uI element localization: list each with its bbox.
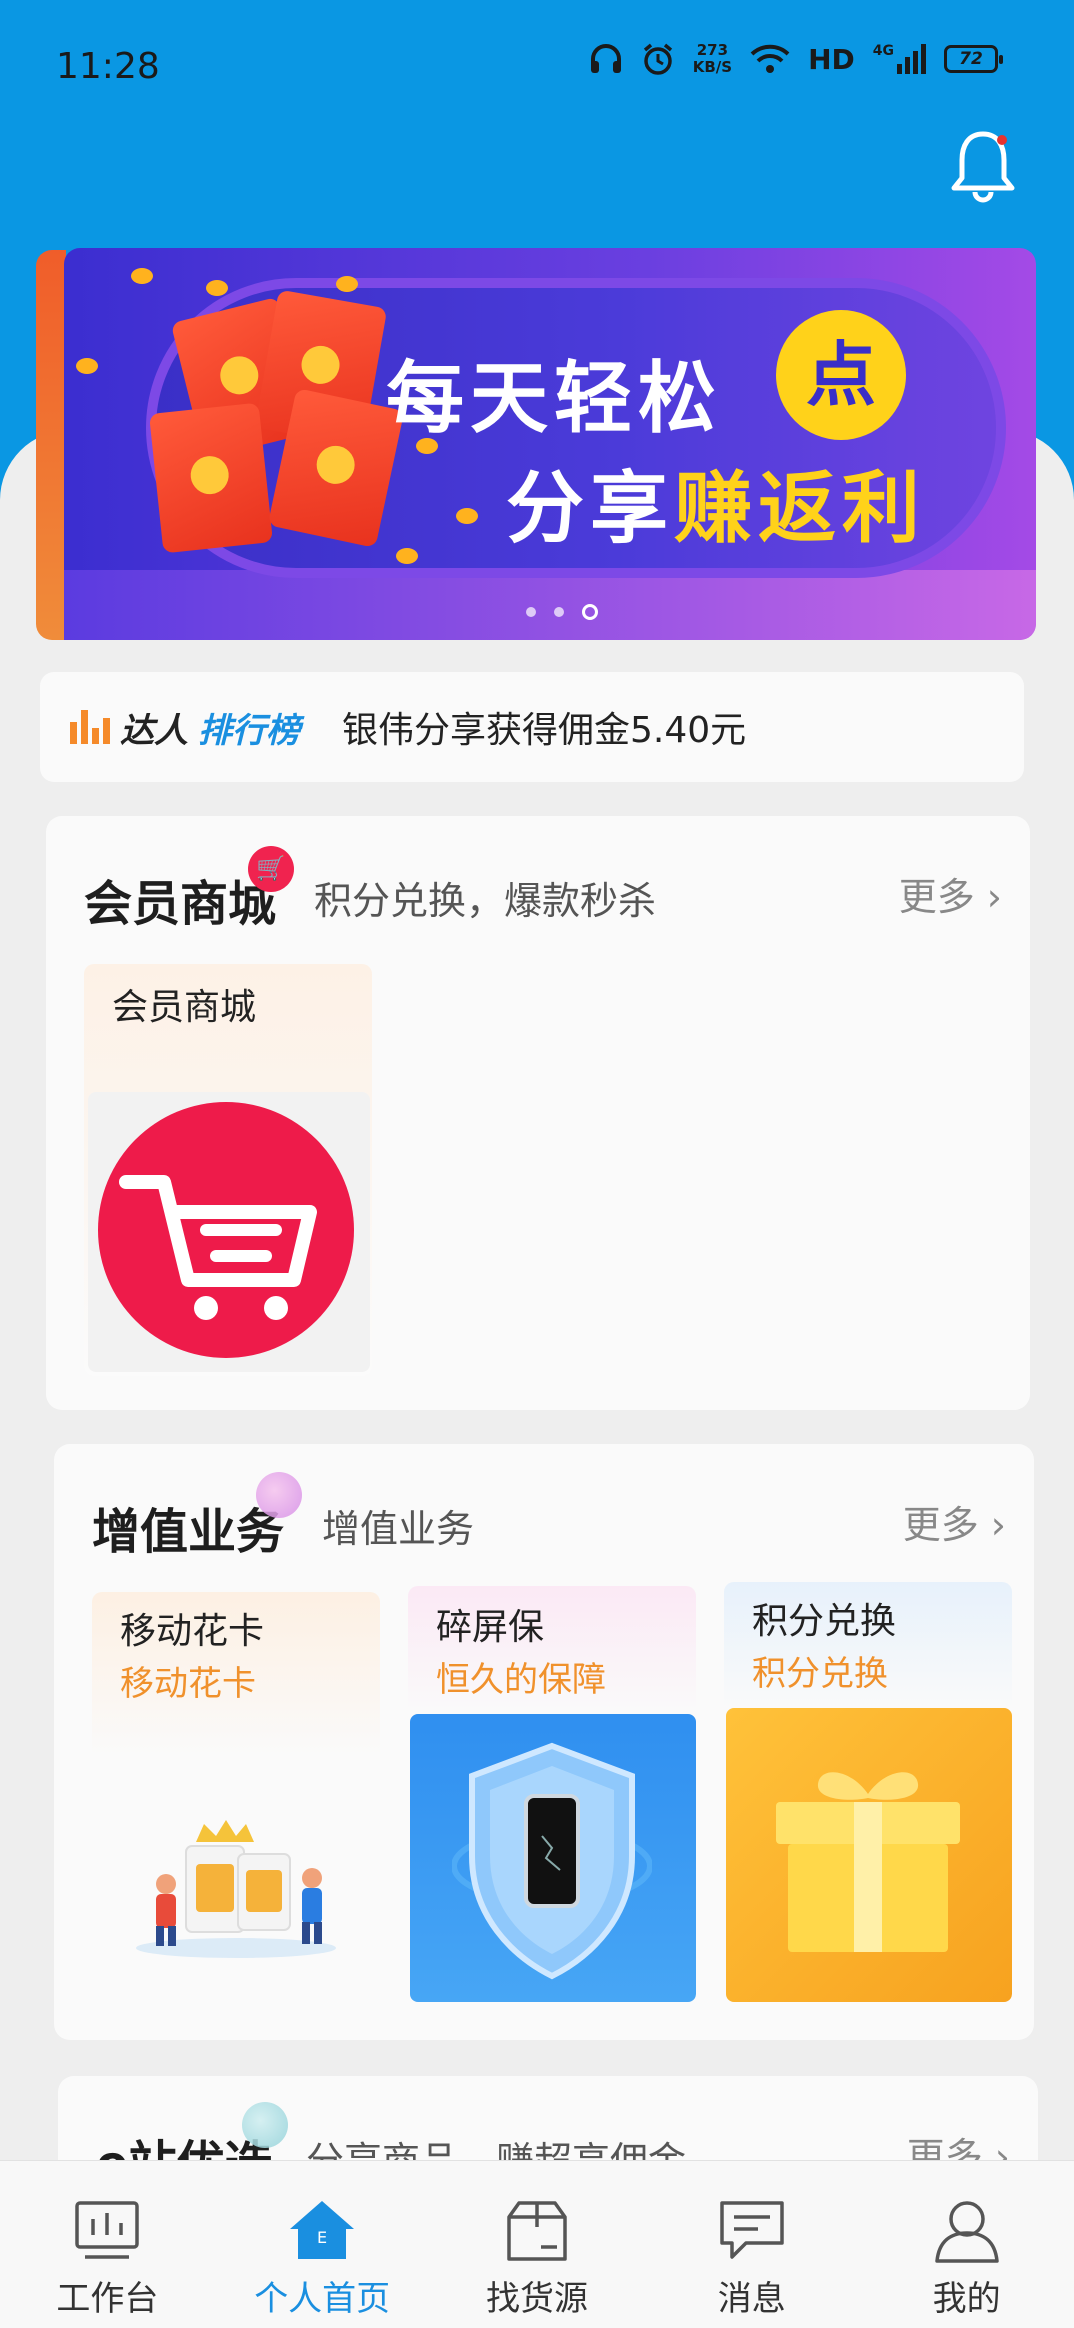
- coin-icon: [456, 508, 478, 524]
- nav-label: 消息: [717, 2279, 786, 2319]
- banner-line2-plain: 分享: [506, 464, 675, 554]
- bell-icon[interactable]: [948, 126, 1018, 206]
- banner-headline: 每天轻松: [386, 354, 723, 444]
- coin-icon: [131, 268, 153, 284]
- tile-subtitle: 移动花卡: [120, 1664, 256, 1704]
- member-mall-tile[interactable]: 会员商城: [84, 964, 372, 1376]
- value-added-subtitle: 增值业务: [322, 1507, 475, 1551]
- nav-label: 找货源: [485, 2279, 588, 2319]
- nav-item-messages[interactable]: 消息: [652, 2161, 852, 2328]
- signal-indicator: 4G: [873, 44, 926, 74]
- value-added-title: 增值业务: [92, 1504, 285, 1560]
- message-icon: [720, 2201, 784, 2259]
- ranking-message: 银伟分享获得佣金5.40元: [342, 710, 747, 751]
- banner-line2-highlight: 赚返利: [674, 464, 927, 554]
- box-icon: [507, 2201, 567, 2261]
- network-type: HD: [808, 42, 855, 76]
- tile-title: 碎屏保: [436, 1607, 545, 1648]
- profile-icon: [934, 2201, 999, 2263]
- bottom-navigation: 工作台 E 个人首页 找货源 消息 我的: [0, 2160, 1074, 2328]
- cart-badge-icon: 🛒: [248, 846, 294, 892]
- ranking-logo-part2: 排行榜: [198, 710, 300, 751]
- member-mall-subtitle: 积分兑换，爆款秒杀: [314, 879, 657, 923]
- status-bar: 11:28 273 KB/S HD 4G 72: [0, 0, 1074, 130]
- bubble-badge-icon: [242, 2102, 288, 2148]
- nav-item-find-supply[interactable]: 找货源: [437, 2161, 637, 2328]
- screen-protection-tile[interactable]: 碎屏保 恒久的保障: [408, 1586, 696, 2004]
- tile-title: 会员商城: [112, 987, 257, 1028]
- nav-label: 个人首页: [254, 2279, 391, 2319]
- nav-item-workbench[interactable]: 工作台: [7, 2161, 207, 2328]
- points-exchange-tile[interactable]: 积分兑换 积分兑换: [724, 1582, 1012, 2004]
- shield-phone-icon: [452, 1742, 652, 1980]
- ranking-logo: 达人 排行榜: [70, 703, 300, 752]
- net-speed-value: 273: [696, 41, 729, 59]
- coin-icon: [76, 358, 98, 374]
- banner-badge: 点: [776, 310, 906, 440]
- bubble-badge-icon: [256, 1472, 302, 1518]
- promo-banner[interactable]: 每天轻松 点 分享赚返利: [36, 248, 1036, 640]
- carousel-indicator: [526, 604, 598, 620]
- signal-label: 4G: [872, 43, 894, 59]
- net-speed-unit: KB/S: [692, 58, 733, 76]
- value-added-more-link[interactable]: 更多 ›: [903, 1494, 1006, 1549]
- headphone-icon: [590, 44, 621, 73]
- nav-label: 工作台: [56, 2279, 159, 2319]
- tile-title: 移动花卡: [120, 1611, 265, 1652]
- app-screen: 11:28 273 KB/S HD 4G 72 每天轻松 点 分享赚返利 达人 …: [0, 0, 1074, 2328]
- coin-icon: [336, 276, 358, 292]
- nav-item-home[interactable]: E 个人首页: [222, 2161, 422, 2328]
- coin-icon: [206, 280, 228, 296]
- tile-subtitle: 积分兑换: [752, 1654, 888, 1694]
- nav-label: 我的: [932, 2279, 1001, 2319]
- shopping-cart-icon: [98, 1102, 354, 1358]
- more-label: 更多: [902, 1503, 979, 1547]
- carousel-dot-active[interactable]: [582, 604, 598, 620]
- alarm-icon: [643, 43, 672, 75]
- status-icons: 273 KB/S HD 4G 72: [589, 42, 1003, 76]
- coin-icon: [396, 548, 418, 564]
- member-mall-more-link[interactable]: 更多 ›: [899, 866, 1002, 921]
- carousel-dot[interactable]: [554, 607, 564, 617]
- member-mall-card: 会员商城 🛒 积分兑换，爆款秒杀 更多 › 会员商城: [46, 816, 1030, 1410]
- wifi-icon: [750, 44, 790, 73]
- red-envelope-icon: [148, 402, 274, 554]
- tile-subtitle: 恒久的保障: [436, 1660, 606, 1700]
- mobile-flower-card-tile[interactable]: 移动花卡 移动花卡: [92, 1592, 380, 2004]
- ranking-logo-part1: 达人: [120, 710, 188, 751]
- net-speed: 273 KB/S: [693, 42, 732, 76]
- tile-title: 积分兑换: [752, 1601, 897, 1642]
- value-added-card: 增值业务 增值业务 更多 › 移动花卡 移动花卡 碎屏保 恒久的保障 积分兑换 …: [54, 1444, 1034, 2040]
- more-label: 更多: [898, 875, 975, 919]
- home-icon: E: [290, 2201, 355, 2259]
- battery-icon: 72: [944, 45, 1003, 73]
- gift-box-icon: [776, 1772, 960, 1952]
- chevron-right-icon: ›: [974, 875, 1002, 919]
- chart-bars-icon: [70, 710, 110, 744]
- sim-card-icon: [136, 1820, 336, 1958]
- nav-item-profile[interactable]: 我的: [867, 2161, 1067, 2328]
- ranking-ticker[interactable]: 达人 排行榜 银伟分享获得佣金5.40元: [40, 672, 1024, 782]
- svg-text:E: E: [317, 2228, 327, 2247]
- status-time: 11:28: [56, 46, 160, 87]
- chevron-right-icon: ›: [978, 1503, 1006, 1547]
- workbench-icon: [75, 2201, 140, 2259]
- banner-subheadline: 分享赚返利: [506, 446, 926, 558]
- carousel-dot[interactable]: [526, 607, 536, 617]
- member-mall-title: 会员商城: [84, 876, 277, 932]
